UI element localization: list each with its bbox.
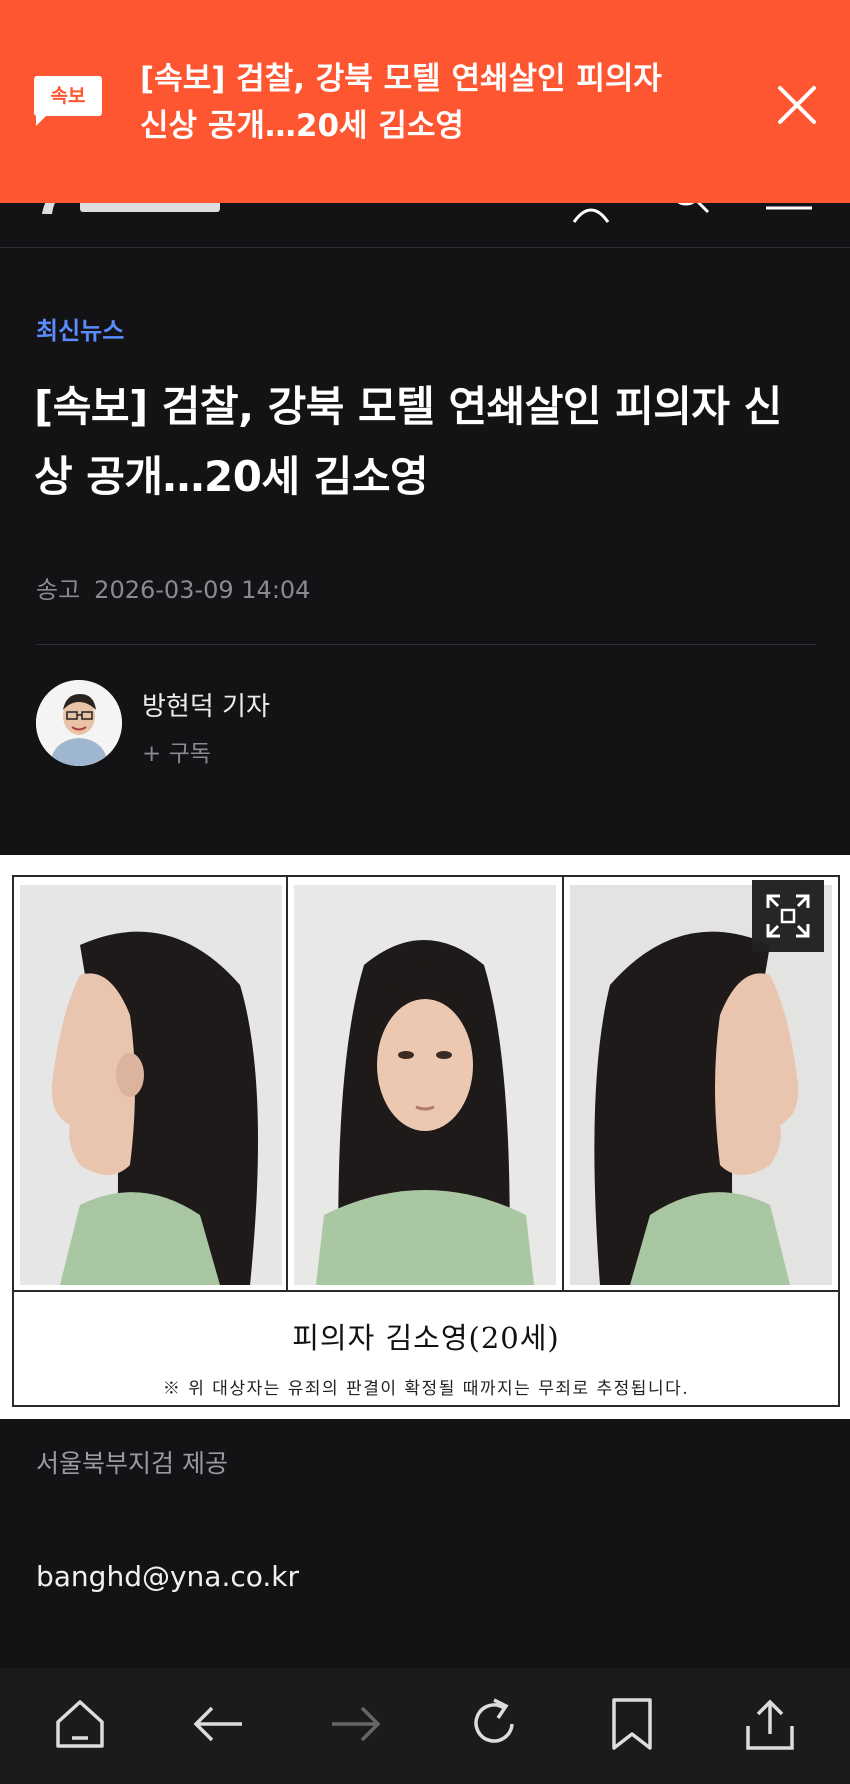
article-photo[interactable]: 피의자 김소영(20세) ※ 위 대상자는 유죄의 판결이 확정될 때까지는 무… [0, 855, 850, 1419]
badge-tail [36, 112, 50, 126]
browser-toolbar [0, 1668, 850, 1784]
photo-frame: 피의자 김소영(20세) ※ 위 대상자는 유죄의 판결이 확정될 때까지는 무… [12, 875, 840, 1407]
suspect-photo-front [294, 885, 556, 1285]
close-icon[interactable] [770, 78, 824, 132]
caption-divider [14, 1290, 838, 1292]
photo-divider [286, 877, 288, 1290]
expand-icon[interactable] [752, 880, 824, 952]
share-icon[interactable] [740, 1694, 800, 1754]
photo-source: 서울북부지검 제공 [36, 1449, 228, 1478]
subscribe-button[interactable]: + 구독 [142, 734, 211, 768]
breaking-headline[interactable]: [속보] 검찰, 강북 모텔 연쇄살인 피의자 신상 공개…20세 김소영 [140, 56, 680, 150]
home-icon[interactable] [50, 1694, 110, 1754]
reporter-avatar[interactable] [36, 680, 122, 766]
forward-arrow-icon[interactable] [326, 1694, 386, 1754]
photo-caption-note: ※ 위 대상자는 유죄의 판결이 확정될 때까지는 무죄로 추정됩니다. [162, 1379, 690, 1399]
photo-divider [562, 877, 564, 1290]
date-label: 송고 [36, 576, 81, 604]
article-title: [속보] 검찰, 강북 모텔 연쇄살인 피의자 신상 공개…20세 김소영 [34, 382, 782, 501]
publish-date: 2026-03-09 14:04 [94, 576, 311, 604]
avatar-image [36, 680, 122, 766]
back-arrow-icon[interactable] [188, 1694, 248, 1754]
breaking-badge: 속보 [34, 76, 102, 116]
reporter-email[interactable]: banghd@yna.co.kr [36, 1560, 299, 1593]
divider [36, 644, 816, 645]
breaking-news-banner[interactable]: 속보 [속보] 검찰, 강북 모텔 연쇄살인 피의자 신상 공개…20세 김소영 [0, 0, 850, 203]
suspect-photo-left-profile [20, 885, 282, 1285]
publish-info: 송고 2026-03-09 14:04 [36, 570, 324, 605]
photo-caption-name: 피의자 김소영(20세) [292, 1321, 560, 1355]
category-link[interactable]: 최신뉴스 [36, 311, 124, 346]
reporter-name[interactable]: 방현덕 기자 [142, 686, 270, 723]
refresh-icon[interactable] [464, 1694, 524, 1754]
bookmark-icon[interactable] [602, 1694, 662, 1754]
